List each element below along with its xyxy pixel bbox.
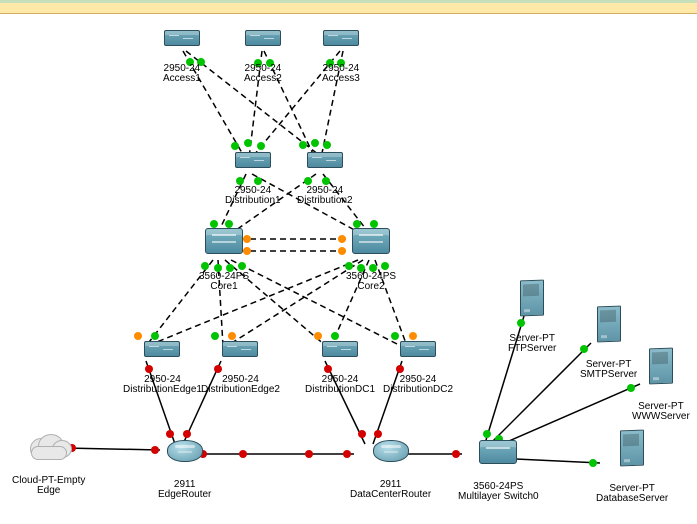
switch-icon — [307, 152, 343, 168]
device-smtp-server[interactable]: Server-PTSMTPServer — [580, 306, 637, 400]
device-access3[interactable]: 2950-24Access3 — [322, 30, 360, 104]
server-icon — [520, 280, 544, 317]
device-label: Server-PTDatabaseServer — [596, 464, 668, 524]
router-icon — [167, 440, 203, 462]
device-label: Cloud-PT-EmptyEdge — [12, 456, 85, 516]
multilayer-switch-icon — [352, 228, 390, 254]
device-distribution-edge2[interactable]: 2950-24DistributionEdge2 — [201, 341, 280, 415]
device-label: 2911DataCenterRouter — [350, 460, 431, 520]
device-label: 2950-24Access2 — [244, 44, 282, 104]
switch-icon — [245, 30, 281, 46]
server-icon — [597, 306, 621, 343]
device-core2[interactable]: 3560-24PSCore2 — [346, 228, 396, 312]
device-ftp-server[interactable]: Server-PTFTPServer — [508, 280, 556, 374]
device-access2[interactable]: 2950-24Access2 — [244, 30, 282, 104]
device-distribution-edge1[interactable]: 2950-24DistributionEdge1 — [123, 341, 202, 415]
switch-icon — [235, 152, 271, 168]
device-label: 2950-24Distribution2 — [297, 166, 353, 226]
device-label: 2950-24DistributionEdge1 — [123, 355, 202, 415]
device-core1[interactable]: 3560-24PSCore1 — [199, 228, 249, 312]
device-label: 2950-24Access1 — [163, 44, 201, 104]
router-icon — [373, 440, 409, 462]
multilayer-switch-icon — [205, 228, 243, 254]
switch-icon — [144, 341, 180, 357]
device-label: 2911EdgeRouter — [158, 460, 211, 520]
device-distribution-dc1[interactable]: 2950-24DistributionDC1 — [305, 341, 375, 415]
switch-icon — [222, 341, 258, 357]
toolbar-strip — [0, 3, 697, 14]
server-icon — [649, 348, 673, 385]
device-label: 2950-24Access3 — [322, 44, 360, 104]
device-label: 3560-24PSMultilayer Switch0 — [458, 462, 539, 522]
device-distribution2[interactable]: 2950-24Distribution2 — [297, 152, 353, 226]
device-label: Server-PTSMTPServer — [580, 340, 637, 400]
switch-icon — [400, 341, 436, 357]
switch-icon — [164, 30, 200, 46]
device-edge-router[interactable]: 2911EdgeRouter — [158, 440, 211, 520]
topology-canvas[interactable]: 2950-24Access1 2950-24Access2 2950-24Acc… — [0, 14, 697, 501]
switch-icon — [322, 341, 358, 357]
device-label: 3560-24PSCore2 — [346, 252, 396, 312]
device-www-server[interactable]: Server-PTWWWServer — [632, 348, 690, 442]
device-multilayer-switch0[interactable]: 3560-24PSMultilayer Switch0 — [458, 440, 539, 522]
server-icon — [620, 430, 644, 467]
device-datacenter-router[interactable]: 2911DataCenterRouter — [350, 440, 431, 520]
device-distribution1[interactable]: 2950-24Distribution1 — [225, 152, 281, 226]
cloud-icon — [26, 434, 72, 458]
switch-icon — [323, 30, 359, 46]
device-label: 2950-24DistributionEdge2 — [201, 355, 280, 415]
device-label: 2950-24DistributionDC2 — [383, 355, 453, 415]
device-label: 2950-24Distribution1 — [225, 166, 281, 226]
device-distribution-dc2[interactable]: 2950-24DistributionDC2 — [383, 341, 453, 415]
device-access1[interactable]: 2950-24Access1 — [163, 30, 201, 104]
device-database-server[interactable]: Server-PTDatabaseServer — [596, 430, 668, 524]
device-label: Server-PTFTPServer — [508, 314, 556, 374]
device-label: 3560-24PSCore1 — [199, 252, 249, 312]
device-cloud-edge[interactable]: Cloud-PT-EmptyEdge — [12, 434, 85, 516]
multilayer-switch-icon — [479, 440, 517, 464]
device-label: 2950-24DistributionDC1 — [305, 355, 375, 415]
